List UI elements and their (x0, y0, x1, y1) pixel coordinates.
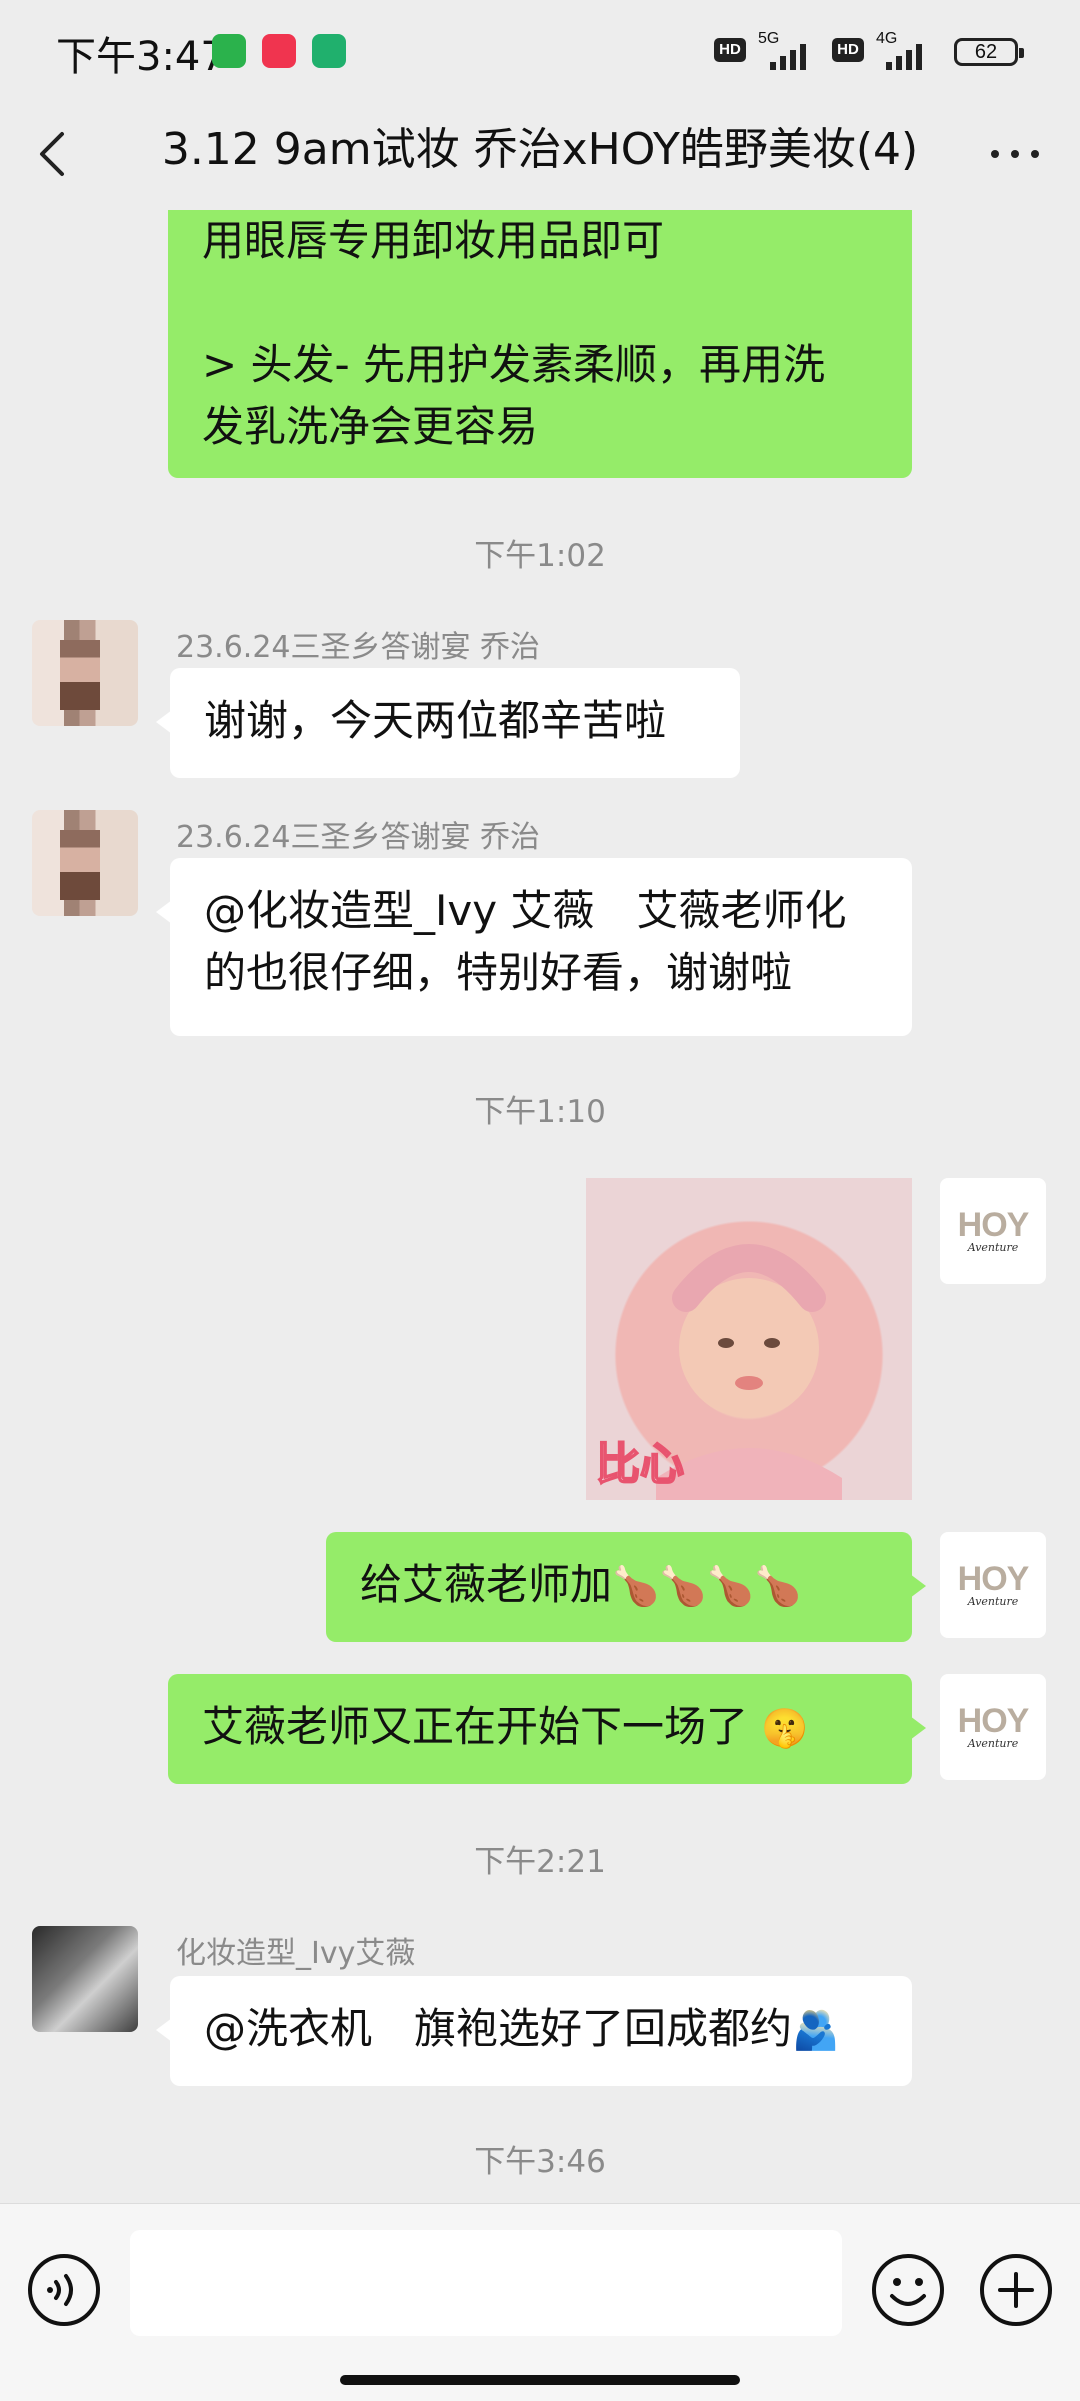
avatar[interactable] (32, 620, 138, 726)
message-text: @洗衣机 旗袍选好了回成都约 (204, 2004, 793, 2053)
battery-icon: 62 (954, 38, 1024, 66)
wechat-app-icon (212, 34, 246, 68)
timestamp: 下午3:46 (474, 2144, 606, 2180)
hd-badge: HD (714, 38, 746, 62)
hug-emoji-icon: 🫂 (792, 2008, 840, 2052)
hoy-logo-icon: HOY (957, 1702, 1030, 1740)
avatar[interactable] (32, 1926, 138, 2032)
avatar-hoy[interactable]: HOY Aventure (940, 1532, 1046, 1638)
message-text: > 头发- 先用护发素柔顺，再用洗 (202, 340, 826, 389)
drumstick-emoji-icon: 🍗🍗🍗🍗 (612, 1564, 802, 1608)
sender-name: 23.6.24三圣乡答谢宴 乔治 (176, 820, 541, 855)
more-options-icon[interactable] (980, 134, 1050, 174)
more-functions-plus-icon[interactable] (978, 2252, 1054, 2328)
chat-title: 3.12 9am试妆 乔治xHOY皓野美妆(4) (161, 124, 919, 175)
red-app-icon (262, 34, 296, 68)
message-text: 艾薇老师又正在开始下一场了 (202, 1702, 749, 1751)
message-bubble-outgoing[interactable]: 艾薇老师又正在开始下一场了 🤫 (168, 1674, 926, 1784)
sender-name: 化妆造型_Ivy艾薇 (176, 1936, 416, 1971)
message-bubble-incoming[interactable]: @化妆造型_Ivy 艾薇 艾薇老师化 的也很仔细，特别好看，谢谢啦 (156, 858, 912, 1036)
message-bubble-incoming[interactable]: @洗衣机 旗袍选好了回成都约🫂 (156, 1976, 912, 2086)
message-text: 发乳洗净会更容易 (202, 402, 539, 451)
voice-input-icon[interactable] (26, 2252, 102, 2328)
shield-app-icon (312, 34, 346, 68)
chat-message-list[interactable]: 用眼唇专用卸妆用品即可 > 头发- 先用护发素柔顺，再用洗 发乳洗净会更容易 下… (0, 210, 1080, 2203)
sender-name: 23.6.24三圣乡答谢宴 乔治 (176, 630, 541, 665)
hoy-logo-icon: HOY (957, 1560, 1030, 1598)
message-text: 的也很仔细，特别好看，谢谢啦 (204, 948, 793, 997)
sticker-caption: 比心 (595, 1438, 685, 1491)
signal-icon-2 (886, 44, 922, 70)
hoy-logo-icon: HOY (957, 1206, 1030, 1244)
back-arrow-icon[interactable] (34, 124, 74, 184)
message-bubble-incoming[interactable]: 谢谢，今天两位都辛苦啦 (156, 668, 740, 778)
signal-icon (770, 44, 806, 70)
sticker-image[interactable]: 比心 (586, 1178, 912, 1500)
message-bubble-outgoing[interactable]: 用眼唇专用卸妆用品即可 > 头发- 先用护发素柔顺，再用洗 发乳洗净会更容易 (168, 210, 912, 478)
chat-header: 3.12 9am试妆 乔治xHOY皓野美妆(4) (0, 104, 1080, 210)
home-indicator[interactable] (340, 2375, 740, 2385)
timestamp: 下午1:10 (474, 1094, 606, 1130)
hd-badge-2: HD (832, 38, 864, 62)
message-text: 给艾薇老师加 (360, 1560, 613, 1609)
timestamp: 下午1:02 (474, 538, 606, 574)
emoji-picker-icon[interactable] (870, 2252, 946, 2328)
shush-emoji-icon: 🤫 (761, 1706, 809, 1750)
message-input-bar (0, 2203, 1080, 2401)
status-bar: 下午3:47 HD 5G HD 4G 62 (0, 0, 1080, 104)
status-indicators: HD 5G HD 4G 62 (714, 30, 1044, 74)
message-text: 用眼唇专用卸妆用品即可 (202, 216, 665, 265)
avatar-hoy[interactable]: HOY Aventure (940, 1674, 1046, 1780)
message-text: 谢谢，今天两位都辛苦啦 (204, 696, 667, 745)
message-bubble-outgoing[interactable]: 给艾薇老师加🍗🍗🍗🍗 (326, 1532, 926, 1642)
message-text: @化妆造型_Ivy 艾薇 艾薇老师化 (204, 886, 847, 935)
timestamp: 下午2:21 (474, 1844, 606, 1880)
avatar-hoy[interactable]: HOY Aventure (940, 1178, 1046, 1284)
message-input[interactable] (130, 2230, 842, 2336)
status-time: 下午3:47 (56, 34, 226, 80)
avatar[interactable] (32, 810, 138, 916)
